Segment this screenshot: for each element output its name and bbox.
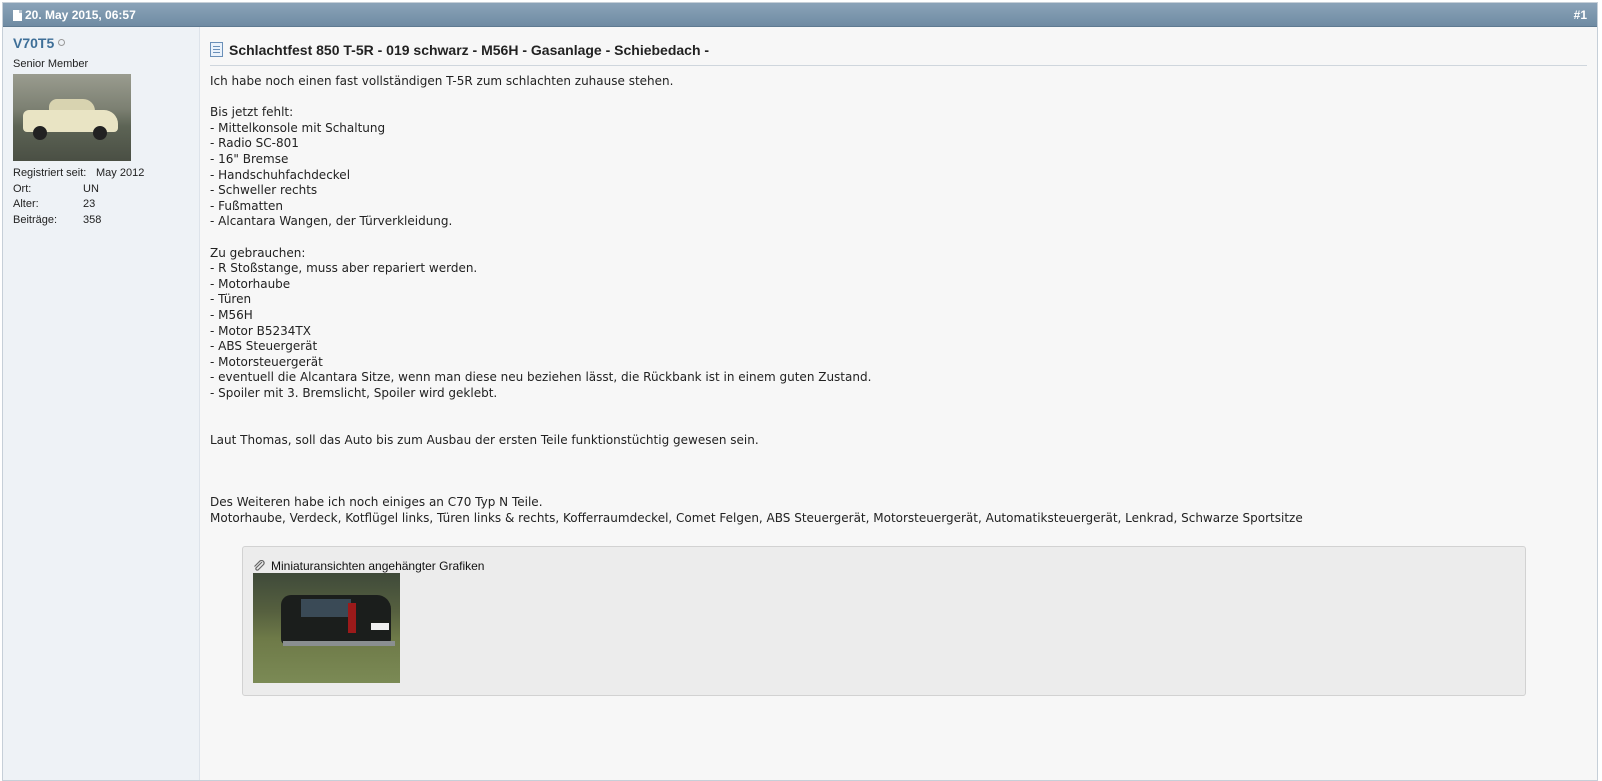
document-icon bbox=[13, 9, 22, 21]
avatar[interactable] bbox=[13, 74, 131, 161]
post-title-row: Schlachtfest 850 T-5R - 019 schwarz - M5… bbox=[210, 41, 1587, 66]
post-message: Ich habe noch einen fast vollständigen T… bbox=[210, 74, 1587, 526]
user-title: Senior Member bbox=[13, 58, 89, 70]
document-icon bbox=[210, 42, 223, 57]
post-header: 20. May 2015, 06:57 #1 bbox=[3, 3, 1597, 27]
message-line: - Alcantara Wangen, der Türverkleidung. bbox=[210, 214, 453, 229]
user-info-location: Ort: UN bbox=[13, 183, 99, 195]
user-info-posts: Beiträge: 358 bbox=[13, 214, 101, 226]
info-label: Beiträge: bbox=[13, 214, 58, 226]
post-date: 20. May 2015, 06:57 bbox=[13, 8, 136, 22]
message-line: - Spoiler mit 3. Bremslicht, Spoiler wir… bbox=[210, 385, 498, 400]
info-label: Alter: bbox=[13, 198, 39, 210]
user-info-age: Alter: 23 bbox=[13, 198, 95, 210]
attachments-heading: Miniaturansichten angehängter Grafiken bbox=[253, 559, 484, 573]
info-value: UN bbox=[83, 183, 99, 195]
forum-post: 20. May 2015, 06:57 #1 V70T5 Senior Memb… bbox=[2, 2, 1598, 781]
info-value: 23 bbox=[83, 198, 96, 210]
message-line: Ich habe noch einen fast vollständigen T… bbox=[210, 74, 674, 88]
post-number-link[interactable]: #1 bbox=[1574, 8, 1587, 22]
attachment-thumbnail[interactable] bbox=[253, 573, 400, 683]
message-line: Bis jetzt fehlt: bbox=[210, 105, 294, 120]
message-line: - 16" Bremse bbox=[210, 151, 289, 166]
info-value: 358 bbox=[83, 214, 102, 226]
info-label: Registriert seit: bbox=[13, 167, 87, 179]
message-line: Des Weiteren habe ich noch einiges an C7… bbox=[210, 495, 543, 510]
info-label: Ort: bbox=[13, 183, 32, 195]
message-line: - Motorhaube bbox=[210, 276, 291, 291]
user-info-panel: V70T5 Senior Member Registriert seit: Ma… bbox=[3, 27, 200, 780]
message-line: Laut Thomas, soll das Auto bis zum Ausba… bbox=[210, 432, 759, 447]
message-line: - R Stoßstange, muss aber repariert werd… bbox=[210, 261, 478, 276]
message-line: - Radio SC-801 bbox=[210, 136, 299, 151]
message-line: - Motor B5234TX bbox=[210, 323, 311, 338]
message-line: Zu gebrauchen: bbox=[210, 245, 306, 260]
message-line: - Motorsteuergerät bbox=[210, 354, 323, 369]
message-line: - Türen bbox=[210, 292, 252, 307]
attachments-box: Miniaturansichten angehängter Grafiken bbox=[242, 546, 1526, 696]
message-line: - eventuell die Alcantara Sitze, wenn ma… bbox=[210, 370, 872, 385]
post-date-text: 20. May 2015, 06:57 bbox=[25, 8, 136, 22]
user-info-registered: Registriert seit: May 2012 bbox=[13, 167, 144, 179]
post-content: Schlachtfest 850 T-5R - 019 schwarz - M5… bbox=[210, 27, 1587, 780]
message-line: - Handschuhfachdeckel bbox=[210, 167, 351, 182]
paperclip-icon bbox=[254, 560, 265, 571]
message-line: - Fußmatten bbox=[210, 198, 283, 213]
message-line: - M56H bbox=[210, 307, 253, 322]
attachments-heading-text: Miniaturansichten angehängter Grafiken bbox=[271, 559, 485, 573]
info-value: May 2012 bbox=[96, 167, 145, 179]
message-line: Motorhaube, Verdeck, Kotflügel links, Tü… bbox=[210, 510, 1303, 525]
message-line: - ABS Steuergerät bbox=[210, 339, 318, 354]
username-link[interactable]: V70T5 bbox=[13, 35, 54, 51]
offline-status-icon bbox=[58, 39, 65, 46]
post-title: Schlachtfest 850 T-5R - 019 schwarz - M5… bbox=[229, 42, 710, 58]
message-line: - Mittelkonsole mit Schaltung bbox=[210, 120, 386, 135]
message-line: - Schweller rechts bbox=[210, 183, 318, 198]
